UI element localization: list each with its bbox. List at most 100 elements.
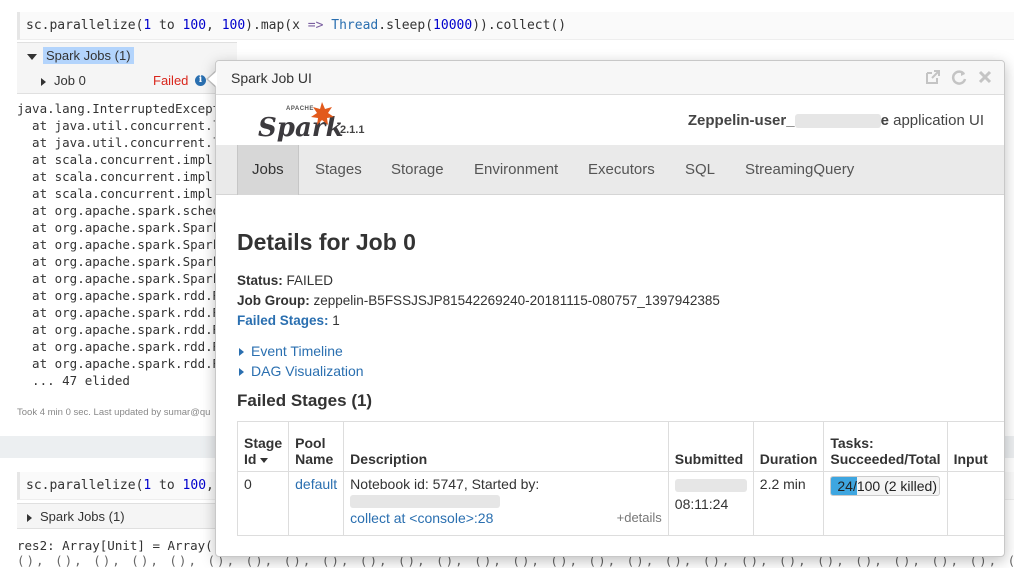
code-number: 100: [182, 18, 207, 33]
cell-input: [946, 471, 1004, 536]
stack-trace-line: java.lang.InterruptedExcepti: [17, 101, 217, 116]
table-header-row: Stage Id Pool Name Description Submitted…: [236, 421, 1004, 472]
caret-down-icon: [27, 53, 37, 60]
spark-jobs-toggle-2[interactable]: Spark Jobs (1): [17, 504, 237, 530]
spark-logo[interactable]: APACHE Spark: [256, 100, 346, 147]
caret-right-icon: [41, 77, 46, 86]
spark-jobs-panel-2: Spark Jobs (1): [17, 503, 237, 529]
job-row[interactable]: Job 0 Failed i: [17, 69, 237, 93]
refresh-icon[interactable]: [950, 68, 968, 86]
header-input[interactable]: Input: [946, 421, 1004, 472]
nav-tab-streamingquery[interactable]: StreamingQuery: [731, 145, 868, 195]
spark-version: 2.1.1: [340, 124, 365, 136]
job-status-badge: Failed: [153, 73, 189, 88]
stack-trace-line: at org.apache.spark.schedu: [17, 203, 217, 218]
redacted-region: [674, 478, 747, 492]
stack-trace-line: at org.apache.spark.SparkC: [17, 220, 217, 235]
stack-trace-line: at org.apache.spark.rdd.RD: [17, 288, 217, 303]
dag-visualization-label: DAG Visualization: [251, 363, 364, 379]
info-icon[interactable]: i: [195, 75, 206, 86]
external-link-icon[interactable]: [924, 68, 942, 86]
stage-description-link[interactable]: collect at <console>:28: [350, 510, 493, 526]
code-text: ,: [206, 18, 222, 33]
header-submitted[interactable]: Submitted: [667, 421, 754, 472]
stack-trace-line: at org.apache.spark.SparkC: [17, 237, 217, 252]
progress-text: 24/100 (2 killed): [837, 478, 937, 494]
stack-trace-line: at org.apache.spark.rdd.RD: [17, 356, 217, 371]
code-number: 10000: [433, 18, 473, 33]
submitted-time: 08:11:24: [674, 496, 729, 512]
nav-tab-jobs[interactable]: Jobs: [237, 145, 299, 195]
job-group: Job Group: zeppelin-B5FSSJSJP81542269240…: [237, 293, 720, 308]
nav-tab-stages[interactable]: Stages: [301, 145, 376, 195]
caret-right-icon: [239, 368, 244, 377]
group-label: Job Group:: [237, 293, 310, 308]
details-toggle[interactable]: +details: [617, 510, 662, 525]
stack-trace-line: at scala.concurrent.impl.P: [17, 186, 217, 201]
caret-right-icon: [27, 513, 32, 522]
spark-jobs-panel: Spark Jobs (1) Job 0 Failed i: [17, 42, 237, 94]
nav-tab-sql[interactable]: SQL: [671, 145, 729, 195]
failed-stages-heading: Failed Stages (1): [237, 391, 373, 410]
code-text: to: [151, 18, 183, 33]
dag-visualization-toggle[interactable]: DAG Visualization: [239, 363, 364, 379]
spark-jobs-title: Spark Jobs (1): [40, 509, 125, 524]
logo-small-text: APACHE: [286, 106, 314, 112]
popover-header: Spark Job UI: [216, 61, 1004, 95]
code-text: sc.parallelize(: [26, 478, 144, 493]
header-description[interactable]: Description: [343, 421, 669, 472]
stack-trace-line: at org.apache.spark.SparkC: [17, 254, 217, 269]
code-text: )).collect(): [472, 18, 567, 33]
failed-stages-count: 1: [332, 313, 340, 328]
caret-right-icon: [239, 348, 244, 357]
cell-description: Notebook id: 5747, Started by: collect a…: [343, 471, 669, 536]
code-text: ).map(x: [245, 18, 308, 33]
app-title-prefix: Zeppelin-user_: [687, 112, 795, 129]
table-row: 0 default Notebook id: 5747, Started by:…: [236, 471, 1004, 536]
stack-trace-line: ... 47 elided: [17, 373, 130, 388]
nav-tab-storage[interactable]: Storage: [377, 145, 458, 195]
spark-job-ui-popover: Spark Job UI APACHE Spark 2.1.1 Zeppelin…: [215, 60, 1005, 557]
result-output: res2: Array[Unit] = Array((): [17, 538, 217, 553]
pool-link[interactable]: default: [295, 476, 337, 492]
cell-tasks: 24/100 (2 killed): [823, 471, 948, 536]
nav-tab-environment[interactable]: Environment: [460, 145, 572, 195]
spark-ui-header: APACHE Spark 2.1.1 Zeppelin-user_ e appli…: [216, 95, 1004, 147]
redacted-region: [794, 114, 881, 129]
status-label: Status:: [237, 273, 283, 288]
code-text: to: [151, 478, 183, 493]
code-operator: =>: [307, 18, 324, 33]
tasks-total: /100 (2 killed): [852, 478, 937, 494]
tasks-succeeded: 24: [837, 478, 853, 494]
popover-controls: [924, 68, 994, 86]
code-editor-line[interactable]: sc.parallelize(1 to 100, 100).map(x => T…: [17, 12, 1014, 40]
popover-arrow-inner: [208, 71, 217, 87]
stack-trace-line: at org.apache.spark.rdd.RD: [17, 339, 217, 354]
stack-trace-line: at scala.concurrent.impl.P: [17, 169, 217, 184]
failed-stages-table: Stage Id Pool Name Description Submitted…: [236, 421, 1004, 536]
stack-trace-line: at scala.concurrent.impl.P: [17, 152, 217, 167]
event-timeline-toggle[interactable]: Event Timeline: [239, 343, 343, 359]
header-stage-id[interactable]: Stage Id: [236, 421, 290, 472]
tasks-progress-bar: 24/100 (2 killed): [830, 476, 941, 496]
spark-jobs-toggle[interactable]: Spark Jobs (1): [17, 43, 237, 69]
description-text: Notebook id: 5747, Started by:: [350, 476, 540, 492]
failed-stages-link[interactable]: Failed Stages:: [237, 313, 329, 328]
stack-trace-line: at org.apache.spark.rdd.RD: [17, 305, 217, 320]
close-icon[interactable]: [976, 68, 994, 86]
application-title: Zeppelin-user_ e application UI: [688, 112, 984, 129]
job-status: Status: FAILED: [237, 273, 333, 288]
cell-submitted: 08:11:24: [667, 471, 754, 536]
stack-trace-line: at java.util.concurrent.lo: [17, 135, 217, 150]
sort-desc-icon: [260, 457, 269, 463]
header-tasks[interactable]: Tasks: Succeeded/Total: [823, 421, 948, 472]
paragraph-footer: Took 4 min 0 sec. Last updated by sumar@…: [17, 407, 211, 418]
header-duration[interactable]: Duration: [752, 421, 825, 472]
nav-tab-executors[interactable]: Executors: [574, 145, 669, 195]
app-title-suffix: e: [880, 112, 889, 129]
header-pool-name[interactable]: Pool Name: [288, 421, 345, 472]
popover-title: Spark Job UI: [231, 70, 312, 86]
failed-stages-summary: Failed Stages: 1: [237, 313, 340, 328]
code-text: .sleep(: [378, 18, 434, 33]
code-text: sc.parallelize(: [26, 18, 144, 33]
